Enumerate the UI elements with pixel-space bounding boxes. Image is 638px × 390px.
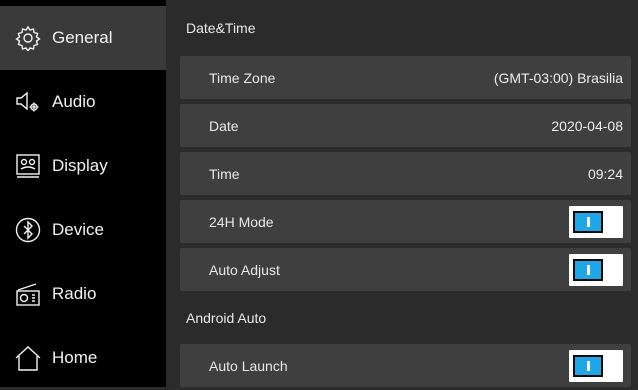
sidebar-item-label: General (52, 28, 113, 47)
sidebar-item-label: Display (52, 156, 108, 175)
row-label: Time Zone (209, 69, 276, 86)
section-title-datetime: Date&Time (186, 20, 256, 36)
sidebar: General Audio Display Device Radio Home (0, 0, 166, 387)
sidebar-item-display[interactable]: Display (0, 134, 166, 198)
display-icon (15, 153, 41, 179)
sidebar-item-home[interactable]: Home (0, 326, 166, 390)
row-label: Date (209, 117, 239, 134)
row-label: Auto Adjust (209, 261, 280, 278)
date-value: 2020-04-08 (551, 117, 623, 134)
24h-mode-toggle[interactable] (569, 205, 623, 238)
sidebar-item-label: Device (52, 220, 104, 239)
row-label: 24H Mode (209, 213, 274, 230)
auto-adjust-toggle[interactable] (569, 253, 623, 286)
sidebar-item-label: Radio (52, 284, 97, 303)
settings-panel: Date&Time Time Zone (GMT-03:00) Brasilia… (166, 0, 638, 387)
auto-launch-toggle[interactable] (569, 349, 623, 382)
row-label: Time (209, 165, 240, 182)
sidebar-item-label: Home (52, 348, 98, 367)
home-icon (15, 345, 41, 371)
row-label: Auto Launch (209, 357, 288, 374)
date-row[interactable]: Date 2020-04-08 (180, 104, 631, 147)
toggle-knob (573, 210, 603, 233)
24h-mode-row: 24H Mode (180, 200, 631, 243)
speaker-settings-icon (15, 89, 41, 115)
sidebar-item-audio[interactable]: Audio (0, 70, 166, 134)
auto-launch-row: Auto Launch (180, 344, 631, 387)
radio-icon (15, 281, 41, 307)
section-title-android-auto: Android Auto (186, 310, 267, 326)
timezone-value: (GMT-03:00) Brasilia (493, 69, 623, 86)
toggle-knob (573, 258, 603, 281)
toggle-knob (573, 354, 603, 377)
timezone-row[interactable]: Time Zone (GMT-03:00) Brasilia (180, 56, 631, 99)
sidebar-item-radio[interactable]: Radio (0, 262, 166, 326)
sidebar-item-label: Audio (52, 92, 96, 111)
sidebar-item-general[interactable]: General (0, 6, 166, 70)
time-value: 09:24 (587, 165, 623, 182)
bluetooth-icon (15, 217, 41, 243)
auto-adjust-row: Auto Adjust (180, 248, 631, 291)
sidebar-item-device[interactable]: Device (0, 198, 166, 262)
gear-icon (15, 25, 41, 51)
time-row[interactable]: Time 09:24 (180, 152, 631, 195)
